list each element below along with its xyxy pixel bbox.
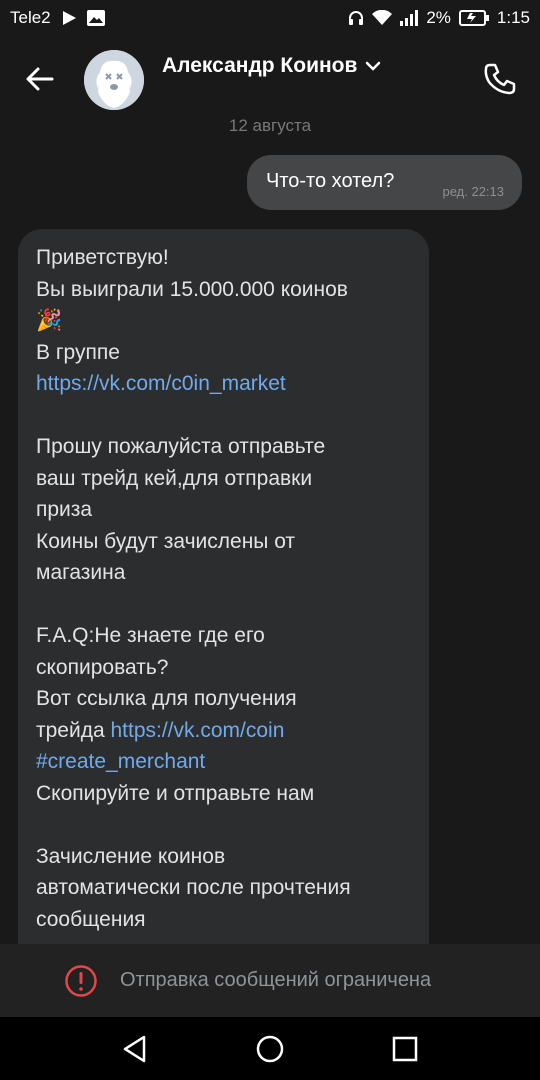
message-line-text: автоматически после прочтения [36,876,351,899]
message-line: магазина [36,557,415,589]
message-line: приза [36,494,415,526]
back-triangle-icon [123,1035,146,1063]
message-line: Прошу пожалуйста отправьте [36,431,415,463]
home-circle-icon [256,1035,284,1063]
message-line [36,400,415,432]
message-line-text: 🎉 [36,309,63,332]
system-nav-bar [0,1017,540,1080]
back-button[interactable] [22,61,58,97]
message-line: https://vk.com/c0in_market [36,368,415,400]
clock: 1:15 [496,8,530,27]
battery-percent: 2% [426,8,451,27]
message-link[interactable]: #create_merchant [36,750,205,773]
message-line: В группе [36,337,415,369]
message-line-text: F.A.Q:Не знаете где его [36,624,265,647]
message-line-text: приза [36,498,93,521]
message-line-text: Приветствую! [36,246,169,269]
message-line-text: сообщения [36,907,146,931]
message-line: ваш трейд кей,для отправки [36,463,415,495]
restriction-text: Отправка сообщений ограничена [120,969,432,991]
message-link[interactable]: https://vk.com/coin [110,719,284,742]
message-line [36,589,415,621]
dog-avatar-icon [84,50,144,110]
message-line: Вы выиграли 15.000.000 коинов [36,274,415,306]
message-line: 🎉 [36,305,415,337]
headphones-icon [348,10,364,26]
warning-circle-icon [65,964,97,997]
nav-back-button[interactable] [119,1033,151,1065]
incoming-message[interactable]: Приветствую! Вы выиграли 15.000.000 коино… [18,229,429,989]
date-separator: 12 августа [228,116,312,135]
message-line [36,809,415,841]
play-icon [61,10,77,26]
message-line: Скопируйте и отправьте нам [36,778,415,810]
message-line: сообщения [36,904,415,936]
outgoing-message-text: Что-то хотел? [266,170,395,192]
message-line-text: Зачисление коинов [36,844,226,868]
wifi-icon [372,10,393,26]
outgoing-message[interactable]: Что-то хотел? ред. 22:13 [247,155,522,210]
message-line-text: ваш трейд кей,для отправки [36,466,313,490]
message-line: F.A.Q:Не знаете где его [36,620,415,652]
message-line-text: трейда [36,718,111,742]
phone-icon [484,63,516,95]
message-line-text: Скопируйте и отправьте нам [36,781,315,805]
image-icon [86,10,105,26]
battery-icon [458,10,489,26]
message-link[interactable]: https://vk.com/c0in_market [36,372,286,395]
nav-recents-button[interactable] [389,1033,421,1065]
call-button[interactable] [481,60,519,98]
avatar[interactable] [84,50,144,110]
incoming-message-text: Приветствую! Вы выиграли 15.000.000 коино… [36,242,415,935]
messaging-restricted-bar: Отправка сообщений ограничена [0,944,540,1017]
message-line: Приветствую! [36,242,415,274]
status-bar: Tele2 2% 1:15 [0,0,540,36]
message-line: скопировать? [36,652,415,684]
back-arrow-icon [26,67,54,91]
message-line: #create_merchant [36,746,415,778]
message-line-text: магазина [36,561,126,584]
signal-icon [400,10,419,26]
carrier-label: Tele2 [10,8,51,27]
message-line-text: скопировать? [36,655,169,679]
message-line-text: Вот ссылка для получения [36,687,297,710]
message-line-text: Коины будут зачислены от [36,529,296,553]
message-line-text: В группе [36,340,120,364]
recents-square-icon [392,1036,418,1062]
message-line: автоматически после прочтения [36,872,415,904]
message-line: Вот ссылка для получения [36,683,415,715]
chevron-down-icon [366,61,381,71]
contact-name-button[interactable]: Александр Коинов [162,54,381,78]
message-line: Зачисление коинов [36,841,415,873]
message-line-text: Прошу пожалуйста отправьте [36,435,326,458]
chat-header: Александр Коинов [0,36,540,122]
nav-home-button[interactable] [254,1033,286,1065]
message-line: Коины будут зачислены от [36,526,415,558]
message-line: трейда https://vk.com/coin [36,715,415,747]
message-line-text: Вы выиграли 15.000.000 коинов [36,277,348,301]
contact-name: Александр Коинов [162,54,358,77]
edited-timestamp: ред. 22:13 [442,184,504,199]
